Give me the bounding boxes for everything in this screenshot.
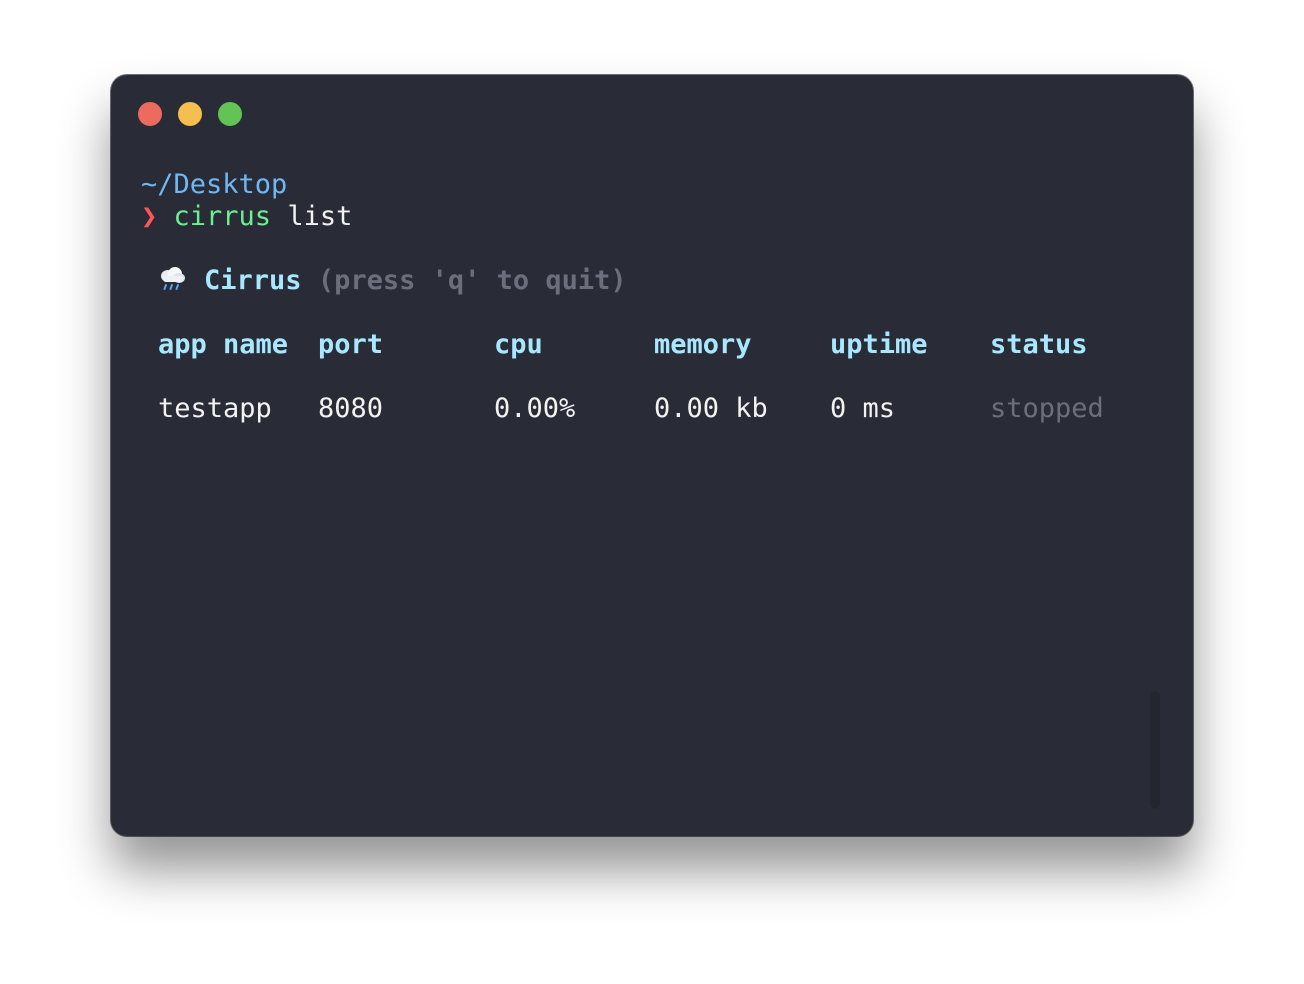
quit-hint: (press 'q' to quit): [317, 265, 627, 296]
command-line: ❯ cirrus list: [141, 201, 352, 233]
cell-uptime: 0 ms: [830, 393, 896, 424]
close-window-button[interactable]: [138, 102, 162, 126]
rain-cloud-icon: [158, 265, 186, 293]
column-header-port: port: [318, 329, 384, 360]
maximize-window-button[interactable]: [218, 102, 242, 126]
cell-memory: 0.00 kb: [654, 393, 768, 424]
column-header-cpu: cpu: [494, 329, 543, 360]
column-header-uptime: uptime: [830, 329, 928, 360]
column-header-memory: memory: [654, 329, 752, 360]
terminal-window: ~/Desktop ❯ cirrus list Cirrus (press 'q…: [111, 75, 1193, 836]
minimize-window-button[interactable]: [178, 102, 202, 126]
command-argument: list: [287, 201, 353, 232]
cell-app-name: testapp: [158, 393, 272, 424]
cell-status: stopped: [990, 393, 1104, 424]
vertical-scrollbar[interactable]: [1150, 691, 1160, 809]
column-header-status: status: [990, 329, 1088, 360]
current-directory: ~/Desktop: [141, 169, 288, 200]
app-title-line: Cirrus (press 'q' to quit): [158, 265, 627, 297]
prompt-arrow-icon: ❯: [141, 201, 158, 232]
app-title: Cirrus: [204, 265, 302, 296]
cell-cpu: 0.00%: [494, 393, 576, 424]
cell-port: 8080: [318, 393, 384, 424]
command-name: cirrus: [173, 201, 272, 232]
column-header-app-name: app name: [158, 329, 289, 360]
